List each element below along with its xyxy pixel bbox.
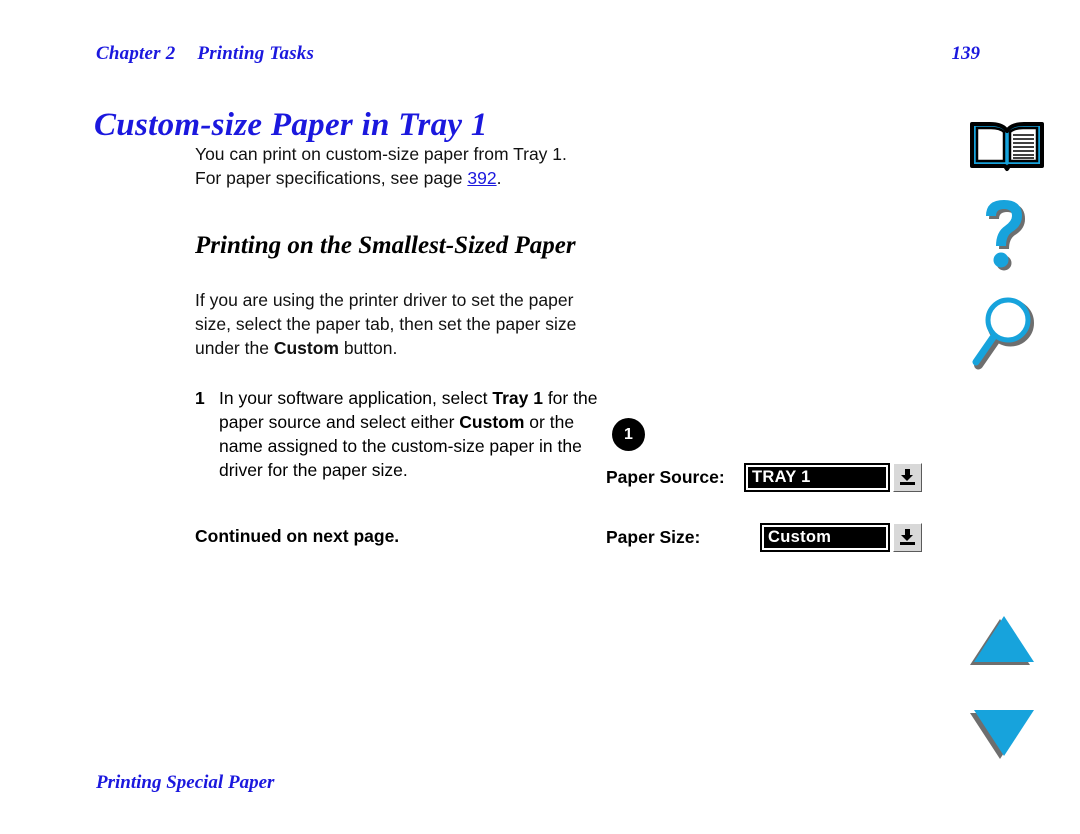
next-page-icon[interactable]	[964, 704, 1050, 760]
step-text: In your software application, select Tra…	[219, 388, 597, 480]
intro-paragraph-text: You can print on custom-size paper from …	[195, 144, 567, 188]
driver-dialog-figure: 1 Paper Source: TRAY 1 Paper Size: Custo…	[606, 416, 936, 556]
continued-note: Continued on next page.	[195, 525, 400, 546]
footer-section-title: Printing Special Paper	[96, 772, 275, 793]
paper-size-label: Paper Size:	[606, 526, 701, 547]
intro-paragraph-period: .	[496, 168, 502, 188]
paper-size-row: Paper Size: Custom	[606, 522, 922, 552]
page-title: Custom-size Paper in Tray 1	[94, 107, 488, 144]
driver-paragraph: If you are using the printer driver to s…	[195, 288, 593, 360]
running-head-section: Printing Tasks	[197, 43, 315, 64]
step-item-1: 1 In your software application, select T…	[195, 386, 615, 482]
paper-source-label: Paper Source:	[606, 466, 725, 487]
dropdown-arrow-glyph	[900, 469, 915, 485]
paper-size-dropdown[interactable]: Custom	[760, 522, 922, 552]
step-bold-custom: Custom	[459, 412, 525, 432]
callout-badge-1: 1	[612, 418, 645, 451]
intro-paragraph: You can print on custom-size paper from …	[195, 142, 593, 190]
search-icon[interactable]	[964, 294, 1050, 372]
step-text-1: In your software application, select	[219, 388, 493, 408]
running-head-chapter: Chapter 2	[96, 43, 176, 64]
paper-size-value: Custom	[764, 526, 886, 548]
dropdown-arrow-glyph	[900, 529, 915, 545]
paper-source-dropdown[interactable]: TRAY 1	[744, 462, 922, 492]
paper-size-field[interactable]: Custom	[760, 522, 890, 552]
paper-source-row: Paper Source: TRAY 1	[606, 462, 922, 492]
paper-source-value: TRAY 1	[748, 466, 886, 488]
step-bold-tray1: Tray 1	[492, 388, 543, 408]
page-reference-link[interactable]: 392	[467, 168, 496, 188]
paper-source-field[interactable]: TRAY 1	[744, 462, 890, 492]
running-head: Chapter 2 Printing Tasks	[96, 43, 314, 65]
section-subheading: Printing on the Smallest-Sized Paper	[195, 232, 576, 259]
dropdown-arrow-icon[interactable]	[893, 522, 922, 552]
help-icon[interactable]	[964, 192, 1050, 278]
document-page: Chapter 2 Printing Tasks 139 Custom-size …	[0, 0, 1080, 834]
previous-page-icon[interactable]	[964, 612, 1050, 668]
book-icon[interactable]	[964, 110, 1050, 176]
dropdown-arrow-icon[interactable]	[893, 462, 922, 492]
step-number: 1	[195, 388, 205, 408]
driver-paragraph-bold-custom: Custom	[273, 338, 339, 358]
driver-paragraph-text-2: button.	[338, 338, 398, 358]
page-number: 139	[951, 43, 981, 64]
body-column: You can print on custom-size paper from …	[195, 142, 597, 565]
